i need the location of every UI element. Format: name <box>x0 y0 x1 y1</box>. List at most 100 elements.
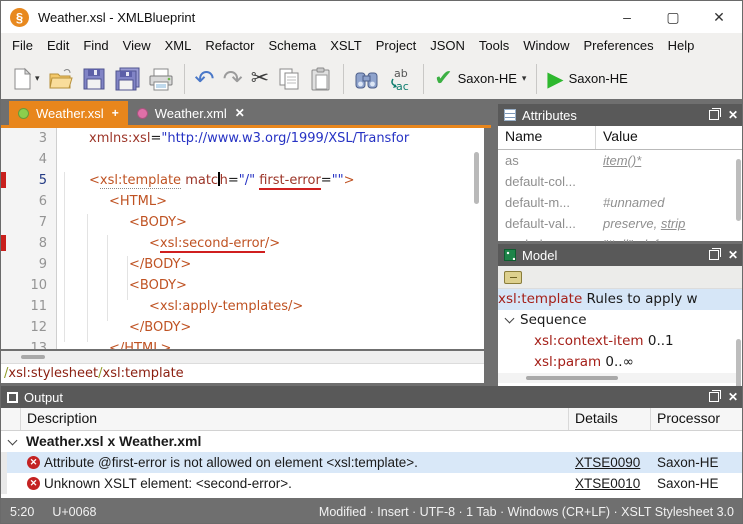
model-annotation-button[interactable] <box>504 271 522 284</box>
collapse-chevron-icon[interactable] <box>8 436 18 446</box>
model-tree-row[interactable]: Sequence <box>498 310 743 331</box>
tab-weather.xsl[interactable]: Weather.xsl+ <box>9 101 128 125</box>
undo-button[interactable]: ↶ <box>191 62 219 96</box>
scrollbar-thumb[interactable] <box>21 355 45 359</box>
column-header-name[interactable]: Name <box>498 126 596 149</box>
model-tree-row[interactable]: xsl:context-item 0..1 <box>498 331 743 352</box>
validate-dropdown-icon[interactable]: ▾ <box>522 74 527 84</box>
run-transform-button[interactable]: ▶ Saxon-HE <box>543 62 634 96</box>
find-button[interactable] <box>350 62 383 96</box>
save-button[interactable] <box>78 62 110 96</box>
menu-item-xml[interactable]: XML <box>158 35 199 56</box>
paste-button[interactable] <box>305 62 337 96</box>
model-tree-row[interactable]: xsl:param 0..∞ <box>498 352 743 373</box>
code-line[interactable]: <BODY> <box>57 212 484 233</box>
attribute-row[interactable]: default-m...#unnamed <box>498 192 743 213</box>
save-all-button[interactable] <box>110 62 144 96</box>
open-file-button[interactable] <box>44 62 78 96</box>
replace-button[interactable]: abac <box>383 62 417 96</box>
new-file-button[interactable]: ▾ <box>7 62 44 96</box>
column-header-value[interactable]: Value <box>596 126 638 149</box>
menu-item-help[interactable]: Help <box>661 35 702 56</box>
model-heading-row[interactable]: xsl:template Rules to apply w <box>498 289 743 310</box>
editor-vertical-scrollbar[interactable] <box>474 152 479 204</box>
float-panel-icon[interactable] <box>709 250 719 260</box>
menu-item-tools[interactable]: Tools <box>472 35 516 56</box>
code-token: <xsl:apply-templates/> <box>149 299 303 314</box>
code-line[interactable]: <xsl:apply-templates/> <box>57 296 484 317</box>
code-line[interactable]: <xsl:second-error/> <box>57 233 484 254</box>
attributes-panel-header: Attributes ✕ <box>498 104 743 126</box>
code-token: <BODY> <box>129 215 187 230</box>
code-token: "" <box>332 173 344 188</box>
output-error-row[interactable]: ✕Attribute @first-error is not allowed o… <box>1 452 743 473</box>
code-line[interactable]: <xsl:template match="/" first-error=""> <box>57 170 484 191</box>
line-number: 11 <box>1 296 56 317</box>
attribute-row[interactable]: asitem()* <box>498 150 743 171</box>
xpath-segment[interactable]: xsl:template <box>103 366 184 381</box>
menu-item-xslt[interactable]: XSLT <box>323 35 369 56</box>
attribute-row[interactable]: default-col... <box>498 171 743 192</box>
maximize-button[interactable]: ▢ <box>650 1 696 33</box>
menu-item-project[interactable]: Project <box>369 35 423 56</box>
scrollbar-thumb[interactable] <box>526 376 618 380</box>
code-area[interactable]: xmlns:xsl="http://www.w3.org/1999/XSL/Tr… <box>57 128 484 349</box>
error-code[interactable]: XTSE0010 <box>575 476 640 491</box>
error-code[interactable]: XTSE0090 <box>575 455 640 470</box>
code-line[interactable] <box>57 149 484 170</box>
line-number: 3 <box>1 128 56 149</box>
row-indent-strip <box>1 452 7 473</box>
tab-weather.xml[interactable]: Weather.xml✕ <box>128 101 254 125</box>
menu-item-window[interactable]: Window <box>516 35 576 56</box>
close-panel-icon[interactable]: ✕ <box>728 109 738 121</box>
code-token: </BODY> <box>129 257 191 272</box>
menu-item-edit[interactable]: Edit <box>40 35 76 56</box>
menu-item-schema[interactable]: Schema <box>261 35 323 56</box>
float-panel-icon[interactable] <box>709 110 719 120</box>
column-header-processor[interactable]: Processor <box>651 408 743 430</box>
print-button[interactable] <box>144 62 178 96</box>
error-details-link[interactable]: XTSE0010 <box>569 473 651 494</box>
model-horizontal-scrollbar[interactable] <box>498 373 736 383</box>
code-line[interactable]: <BODY> <box>57 275 484 296</box>
collapse-chevron-icon[interactable] <box>505 314 515 324</box>
attribute-name: default-m... <box>498 192 596 213</box>
validate-button[interactable]: ✔ Saxon-HE ▾ <box>430 62 530 96</box>
editor-horizontal-scrollbar[interactable] <box>1 351 484 363</box>
menu-item-preferences[interactable]: Preferences <box>577 35 661 56</box>
code-editor[interactable]: 345678910111213 xmlns:xsl="http://www.w3… <box>1 128 484 349</box>
output-group-row[interactable]: Weather.xsl x Weather.xml <box>1 431 743 452</box>
code-line[interactable]: </HTML> <box>57 338 484 349</box>
float-panel-icon[interactable] <box>709 392 719 402</box>
code-line[interactable]: <HTML> <box>57 191 484 212</box>
menu-item-find[interactable]: Find <box>76 35 115 56</box>
xpath-segment[interactable]: xsl:stylesheet <box>8 366 98 381</box>
error-details-link[interactable]: XTSE0090 <box>569 452 651 473</box>
menu-item-file[interactable]: File <box>5 35 40 56</box>
menu-item-json[interactable]: JSON <box>423 35 472 56</box>
model-cardinality: 0..∞ <box>601 354 634 370</box>
close-button[interactable]: ✕ <box>696 1 742 33</box>
cut-button[interactable]: ✂ <box>247 62 273 96</box>
xpath-breadcrumb[interactable]: /xsl:stylesheet/xsl:template <box>1 363 484 383</box>
minimize-button[interactable]: – <box>604 1 650 33</box>
close-panel-icon[interactable]: ✕ <box>728 391 738 403</box>
new-file-dropdown-icon[interactable]: ▾ <box>35 74 40 84</box>
output-error-row[interactable]: ✕Unknown XSLT element: <second-error>.XT… <box>1 473 743 494</box>
tab-close-icon[interactable]: ✕ <box>235 106 245 120</box>
menu-item-refactor[interactable]: Refactor <box>198 35 261 56</box>
close-panel-icon[interactable]: ✕ <box>728 249 738 261</box>
attributes-vertical-scrollbar[interactable] <box>736 159 741 221</box>
code-line[interactable]: xmlns:xsl="http://www.w3.org/1999/XSL/Tr… <box>57 128 484 149</box>
code-token: = <box>150 131 161 146</box>
redo-button[interactable]: ↷ <box>219 62 247 96</box>
code-line[interactable]: </BODY> <box>57 317 484 338</box>
column-header-details[interactable]: Details <box>569 408 651 430</box>
attribute-row[interactable]: default-val...preserve, strip <box>498 213 743 234</box>
code-line[interactable]: </BODY> <box>57 254 484 275</box>
column-header-description[interactable]: Description <box>21 408 569 430</box>
copy-button[interactable] <box>273 62 305 96</box>
menu-item-view[interactable]: View <box>116 35 158 56</box>
attribute-row[interactable]: exclude-re..."#all", defa <box>498 234 743 242</box>
code-token: = <box>228 173 239 188</box>
